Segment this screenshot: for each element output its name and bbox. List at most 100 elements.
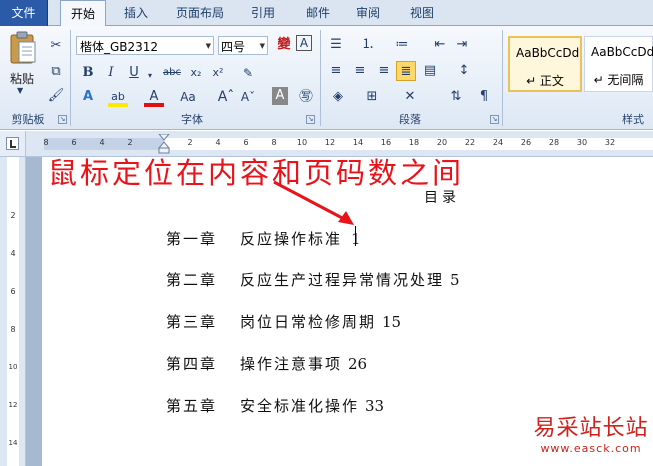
- show-marks-icon[interactable]: ¶: [474, 87, 494, 107]
- bold-icon[interactable]: B: [78, 63, 98, 83]
- tab-review[interactable]: 审阅: [346, 0, 390, 26]
- text-cursor: [355, 226, 356, 246]
- tab-view[interactable]: 视图: [400, 0, 444, 26]
- annotation-text: 鼠标定位在内容和页码数之间: [48, 156, 465, 190]
- group-divider: [502, 30, 503, 126]
- toc-entry[interactable]: 第二章 反应生产过程异常情况处理 5: [166, 269, 460, 290]
- toc-entry-title: 反应生产过程异常情况处理: [240, 271, 445, 289]
- tab-file[interactable]: 文件: [0, 0, 48, 26]
- font-color-icon[interactable]: A: [144, 87, 164, 107]
- ruler-number: 32: [604, 138, 616, 147]
- multilevel-list-icon[interactable]: ≔: [392, 35, 412, 55]
- justify-icon[interactable]: ≣: [396, 61, 416, 81]
- toc-chapter: 第五章: [166, 397, 218, 415]
- ruler-number: 10: [296, 138, 308, 147]
- cut-icon[interactable]: ✂: [46, 36, 66, 56]
- ruler-number: 4: [10, 249, 16, 258]
- tab-selector-button[interactable]: [0, 131, 26, 157]
- ruler-number: 2: [187, 138, 193, 147]
- copy-icon[interactable]: ⧉: [46, 62, 66, 82]
- ruler-number: 22: [464, 138, 476, 147]
- paragraph-dialog-launcher-icon[interactable]: ↘: [490, 115, 499, 124]
- tab-page-layout[interactable]: 页面布局: [164, 0, 236, 26]
- ruler-number: 30: [576, 138, 588, 147]
- superscript-icon[interactable]: x²: [208, 63, 228, 83]
- tab-insert[interactable]: 插入: [114, 0, 158, 26]
- align-center-icon[interactable]: ≡: [350, 61, 370, 81]
- change-case-icon[interactable]: Aa: [176, 87, 200, 107]
- style-normal[interactable]: AaBbCcDd ↵ 正文: [508, 36, 582, 92]
- toc-entry[interactable]: 第三章 岗位日常检修周期 15: [166, 311, 401, 332]
- toc-entry[interactable]: 第四章 操作注意事项 26: [166, 353, 367, 374]
- vertical-ruler[interactable]: 246810121416: [0, 157, 26, 466]
- paste-icon: [10, 31, 36, 64]
- chevron-down-icon[interactable]: ▾: [140, 66, 160, 86]
- font-name-select[interactable]: 楷体_GB2312 ▼: [76, 36, 214, 55]
- group-divider: [70, 30, 71, 126]
- ruler-number: 10: [8, 363, 18, 371]
- phonetic-guide-icon[interactable]: 變: [274, 35, 294, 55]
- ruler-number: 8: [43, 138, 49, 147]
- increase-indent-icon[interactable]: ⇥: [452, 35, 472, 55]
- font-size-select[interactable]: 四号 ▼: [218, 36, 268, 55]
- ruler-number: 6: [243, 138, 249, 147]
- ruler-number: 26: [520, 138, 532, 147]
- style-no-spacing[interactable]: AaBbCcDd ↵ 无间隔: [584, 36, 653, 92]
- font-group-label: 字体: [181, 113, 203, 126]
- toc-entry-title: 岗位日常检修周期: [240, 313, 377, 331]
- align-left-icon[interactable]: ≡: [326, 61, 346, 81]
- sort-icon[interactable]: ⇅: [446, 87, 466, 107]
- line-spacing-icon[interactable]: ↕: [454, 61, 474, 81]
- paste-dropdown-icon[interactable]: ▼: [17, 86, 23, 95]
- chevron-down-icon: ▼: [259, 42, 265, 50]
- toc-chapter: 第三章: [166, 313, 218, 331]
- watermark: 易采站长站 www.easck.com: [529, 410, 653, 455]
- decrease-indent-icon[interactable]: ⇤: [430, 35, 450, 55]
- style-name: ↵ 正文: [526, 74, 564, 88]
- shrink-font-icon[interactable]: Aˇ: [238, 87, 258, 107]
- italic-icon[interactable]: I: [101, 63, 121, 83]
- grow-font-icon[interactable]: Aˆ: [216, 87, 236, 107]
- chinese-layout-icon[interactable]: ✕: [400, 87, 420, 107]
- font-size-value: 四号: [221, 40, 246, 54]
- clear-formatting-icon[interactable]: ✎: [238, 63, 258, 83]
- ruler-number: 2: [10, 211, 16, 220]
- strikethrough-icon[interactable]: abc: [160, 63, 184, 83]
- toc-entry[interactable]: 第一章反应操作标准1: [166, 228, 361, 249]
- tab-mailings[interactable]: 邮件: [296, 0, 340, 26]
- font-name-value: 楷体_GB2312: [80, 40, 159, 54]
- tab-references[interactable]: 引用: [240, 0, 286, 26]
- ruler-number: 20: [436, 138, 448, 147]
- ruler-number: 4: [215, 138, 221, 147]
- shading-icon[interactable]: ◈: [328, 87, 348, 107]
- ruler-number: 18: [408, 138, 420, 147]
- text-effects-icon[interactable]: A: [78, 87, 98, 107]
- style-sample: AaBbCcDd: [516, 46, 580, 60]
- distributed-icon[interactable]: ▤: [420, 61, 440, 81]
- borders-icon[interactable]: ⊞: [362, 87, 382, 107]
- style-sample: AaBbCcDd: [591, 45, 653, 59]
- ruler-number: 12: [8, 401, 18, 409]
- format-painter-icon[interactable]: 🖌: [46, 86, 66, 106]
- ruler-number: 12: [324, 138, 336, 147]
- ruler-number: 4: [99, 138, 105, 147]
- character-shading-icon[interactable]: A: [272, 87, 288, 105]
- tab-home[interactable]: 开始: [60, 0, 106, 27]
- ruler-number: 6: [10, 287, 16, 296]
- toc-entry[interactable]: 第五章 安全标准化操作 33: [166, 395, 384, 416]
- subscript-icon[interactable]: x₂: [186, 63, 206, 83]
- highlight-icon[interactable]: ab: [108, 87, 128, 107]
- toc-page-number: 26: [348, 355, 368, 373]
- clipboard-dialog-launcher-icon[interactable]: ↘: [58, 115, 67, 124]
- font-dialog-launcher-icon[interactable]: ↘: [306, 115, 315, 124]
- toc-title: 目录: [424, 190, 460, 206]
- numbering-icon[interactable]: ⒈: [358, 35, 378, 55]
- enclose-characters-icon[interactable]: ㊢: [296, 87, 316, 107]
- character-border-icon[interactable]: A: [296, 35, 312, 51]
- ruler-number: 16: [380, 138, 392, 147]
- align-right-icon[interactable]: ≡: [374, 61, 394, 81]
- ribbon-tab-bar: 文件 开始 插入 页面布局 引用 邮件 审阅 视图: [0, 0, 653, 27]
- watermark-url: www.easck.com: [540, 442, 642, 455]
- paste-label: 粘贴: [10, 72, 35, 86]
- bullets-icon[interactable]: ☰: [326, 35, 346, 55]
